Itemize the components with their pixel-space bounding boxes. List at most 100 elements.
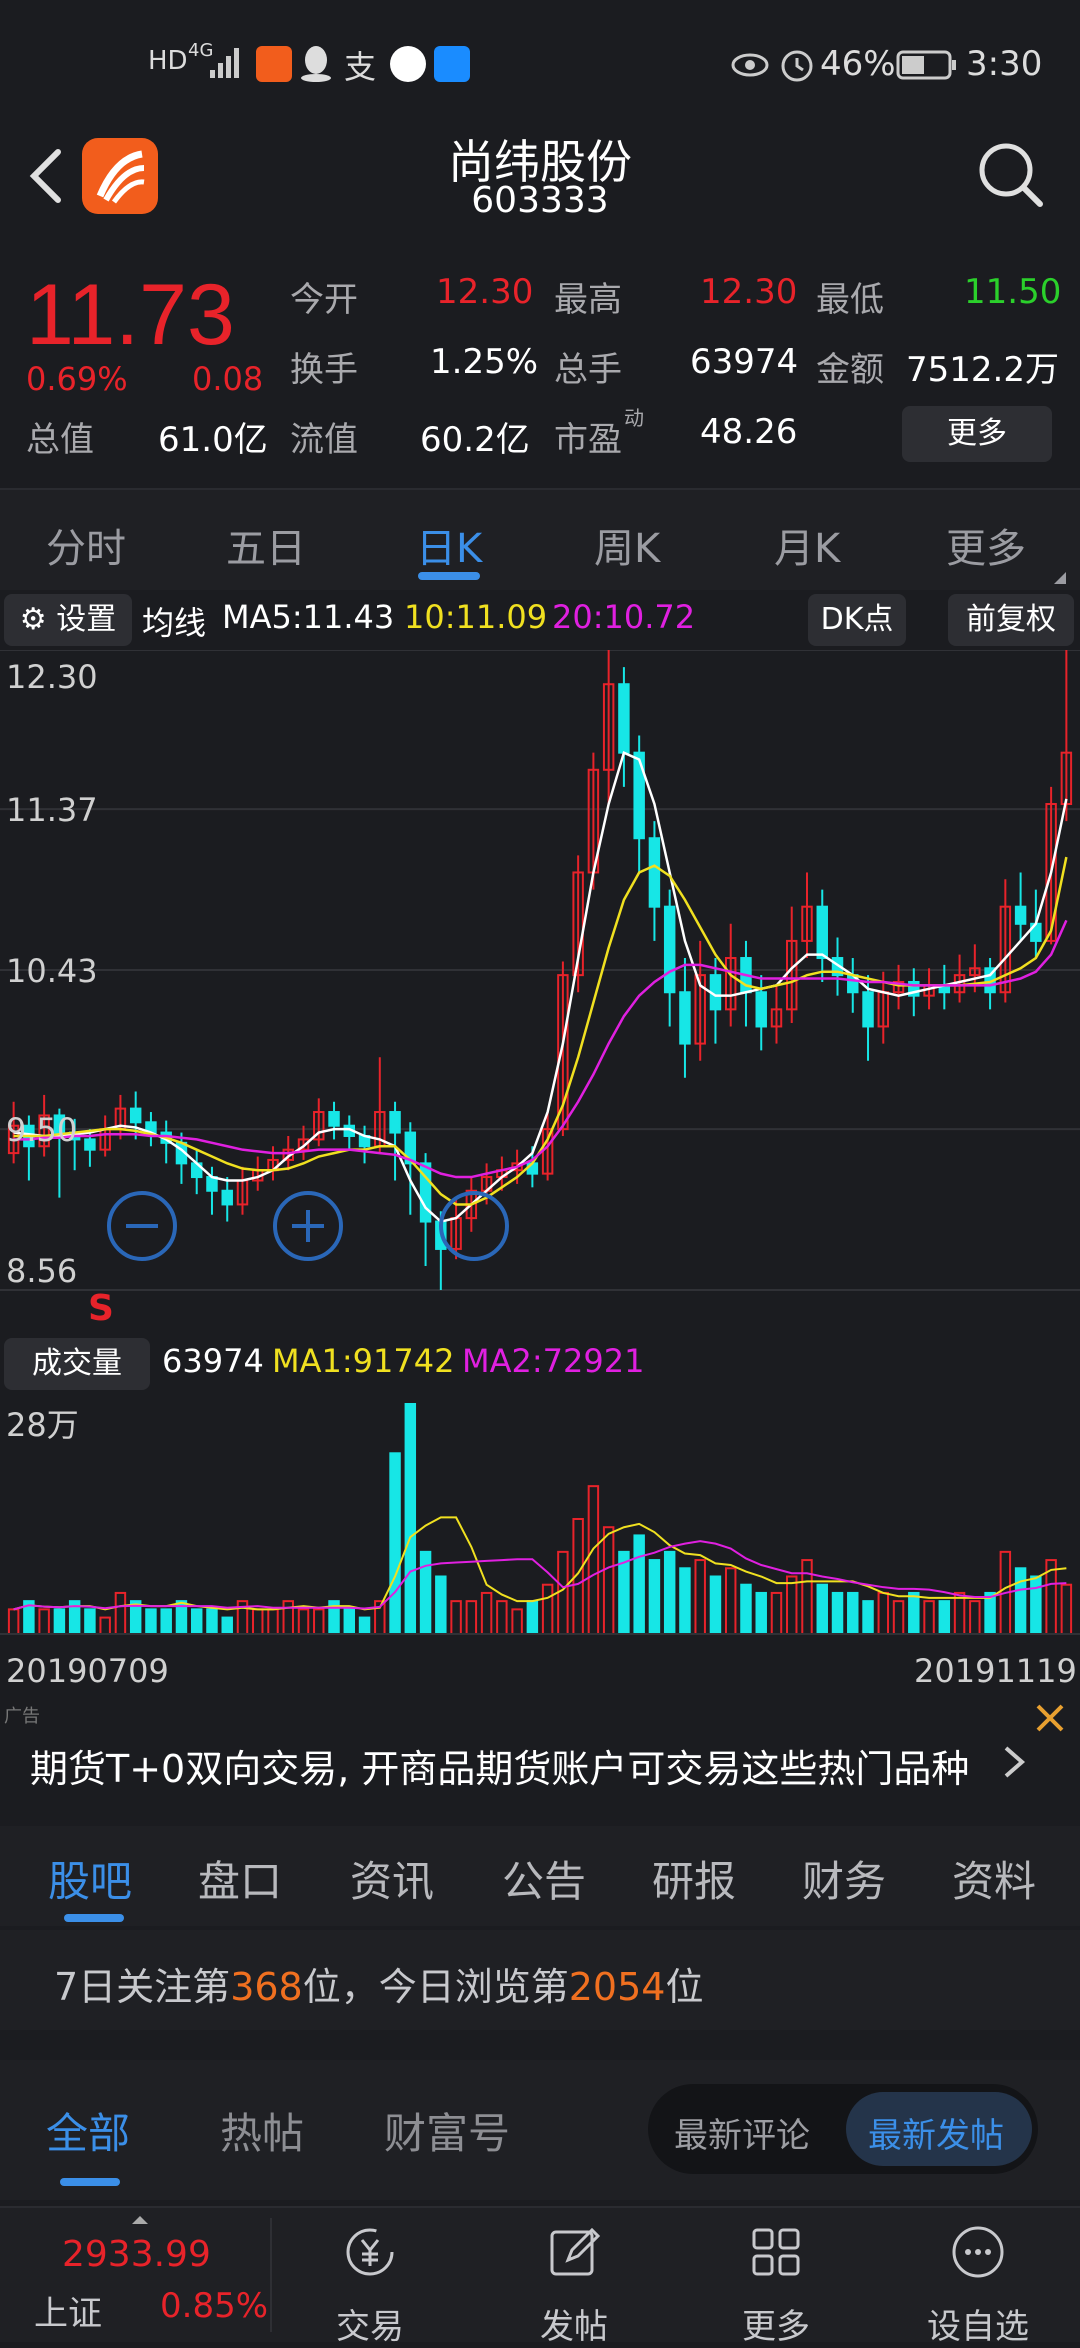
ma-title: 均线 (142, 604, 207, 642)
hd-indicator: HD (148, 46, 188, 76)
cursor-button[interactable] (436, 1188, 512, 1264)
volume-indicator-button[interactable]: 成交量 (4, 1338, 150, 1390)
volume-bar (724, 1567, 737, 1636)
tab-weekly-k[interactable]: 周K (594, 516, 660, 574)
current-price: 11.73 (26, 267, 235, 363)
turnover-label: 换手 (290, 350, 358, 390)
volume-bar (1060, 1583, 1073, 1635)
filter-all[interactable]: 全部 (46, 2100, 130, 2161)
volume-bar (786, 1575, 798, 1635)
nav-trade[interactable]: 交易 (310, 2224, 430, 2348)
sell-signal-marker: S (88, 1288, 114, 1329)
volume-bar (389, 1452, 401, 1635)
volume-bar (206, 1608, 218, 1636)
candle-body (816, 905, 828, 960)
open-value: 12.30 (436, 272, 534, 312)
nav-more-label: 更多 (742, 2307, 810, 2347)
volume-current: 63974 (162, 1342, 264, 1380)
volume-bar (404, 1403, 417, 1635)
tab-monthly-k[interactable]: 月K (774, 516, 840, 574)
volume-bar (694, 1559, 706, 1635)
tab-intraday[interactable]: 分时 (46, 516, 126, 574)
volume-bar (587, 1485, 600, 1636)
volume-bar (297, 1608, 310, 1636)
rank-text: 7日关注第368位，今日浏览第2054位 (54, 1965, 704, 2009)
dk-point-button[interactable]: DK点 (808, 594, 906, 646)
zoom-in-button[interactable] (270, 1188, 346, 1264)
tab-news[interactable]: 资讯 (350, 1848, 434, 1909)
tab-daily-k[interactable]: 日K (416, 516, 482, 574)
volume-bar (511, 1608, 523, 1636)
index-value[interactable]: 2933.99 (62, 2234, 211, 2275)
tab-guba[interactable]: 股吧 (48, 1848, 132, 1909)
sort-latest-comment[interactable]: 最新评论 (674, 2108, 810, 2157)
nav-more[interactable]: 更多 (716, 2224, 836, 2348)
settings-label: 设置 (56, 602, 117, 637)
y-tick-label: 9.50 (6, 1111, 77, 1149)
volume-bar (53, 1608, 66, 1636)
nav-add-watchlist[interactable]: 设自选 (918, 2224, 1038, 2348)
tab-pankou[interactable]: 盘口 (198, 1848, 282, 1909)
volume-bar (923, 1600, 935, 1635)
follow-rank: 368 (230, 1965, 303, 2009)
volume-bar (679, 1567, 691, 1636)
volume-bar (816, 1583, 828, 1635)
volume-chart[interactable] (0, 1394, 1080, 1644)
adjust-button[interactable]: 前复权 (948, 594, 1074, 646)
candle-body (221, 1189, 233, 1206)
volume-bar (358, 1616, 371, 1635)
gear-icon: ⚙ (19, 602, 47, 637)
filter-fortune[interactable]: 财富号 (384, 2100, 510, 2161)
ad-text: 期货T+0双向交易, 开商品期货账户可交易这些热门品种 (30, 1747, 970, 1791)
tab-five-day[interactable]: 五日 (226, 516, 306, 574)
candle-body (648, 837, 661, 908)
tab-research[interactable]: 研报 (652, 1848, 736, 1909)
tab-profile[interactable]: 资料 (952, 1848, 1036, 1909)
float-cap-label: 流值 (290, 420, 358, 460)
expand-arrow-icon[interactable] (132, 2216, 148, 2224)
volume-bar (984, 1591, 996, 1636)
sort-latest-post[interactable]: 最新发帖 (868, 2108, 1004, 2157)
volume-bar (480, 1591, 493, 1636)
ad-banner[interactable]: 广告 期货T+0双向交易, 开商品期货账户可交易这些热门品种 (0, 1700, 1080, 1820)
search-icon[interactable] (976, 140, 1046, 210)
volume-ma2: MA2:72921 (462, 1342, 645, 1380)
tab-announcements[interactable]: 公告 (502, 1848, 586, 1909)
candle-body (328, 1111, 340, 1127)
nav-post[interactable]: 发帖 (514, 2224, 634, 2348)
battery-percent: 46% (820, 44, 896, 84)
volume-bar (740, 1583, 752, 1635)
volume-bar (190, 1608, 203, 1636)
volume-bar (282, 1600, 294, 1635)
pe-value: 48.26 (700, 412, 798, 452)
volume-bar (450, 1600, 462, 1635)
high-value: 12.30 (700, 272, 798, 312)
y-tick-label: 10.43 (6, 952, 98, 990)
eye-icon (731, 53, 769, 77)
turnover-value: 1.25% (430, 342, 539, 382)
status-bar: HD 4G 支 46% 3:30 (0, 0, 1080, 130)
rank-row: 7日关注第368位，今日浏览第2054位 (0, 1930, 1080, 2030)
volume-bar (663, 1550, 676, 1636)
volume-bar (755, 1591, 767, 1636)
market-cap-value: 61.0亿 (158, 420, 268, 460)
more-quote-button[interactable]: 更多 (902, 406, 1052, 462)
volume-legend-row: 成交量 63974 MA1:91742 MA2:72921 (0, 1334, 1080, 1394)
market-cap-label: 总值 (26, 420, 94, 460)
volume-bar (862, 1600, 874, 1635)
close-ad-icon[interactable] (1030, 1698, 1070, 1738)
grid-icon (752, 2228, 800, 2276)
stock-code: 603333 (471, 180, 609, 221)
volume-bar (847, 1591, 859, 1636)
volume-bar (435, 1575, 447, 1635)
y-tick-label: 12.30 (6, 658, 98, 696)
filter-hot[interactable]: 热帖 (220, 2100, 304, 2161)
settings-button[interactable]: ⚙ 设置 (4, 594, 132, 646)
volume-bar (343, 1608, 356, 1636)
tab-finance[interactable]: 财务 (802, 1848, 886, 1909)
zoom-out-button[interactable] (104, 1188, 180, 1264)
tab-more[interactable]: 更多 (946, 516, 1026, 574)
app-notification-icon (256, 46, 292, 82)
volume-bar (99, 1616, 111, 1635)
volume-bar (1030, 1575, 1042, 1635)
